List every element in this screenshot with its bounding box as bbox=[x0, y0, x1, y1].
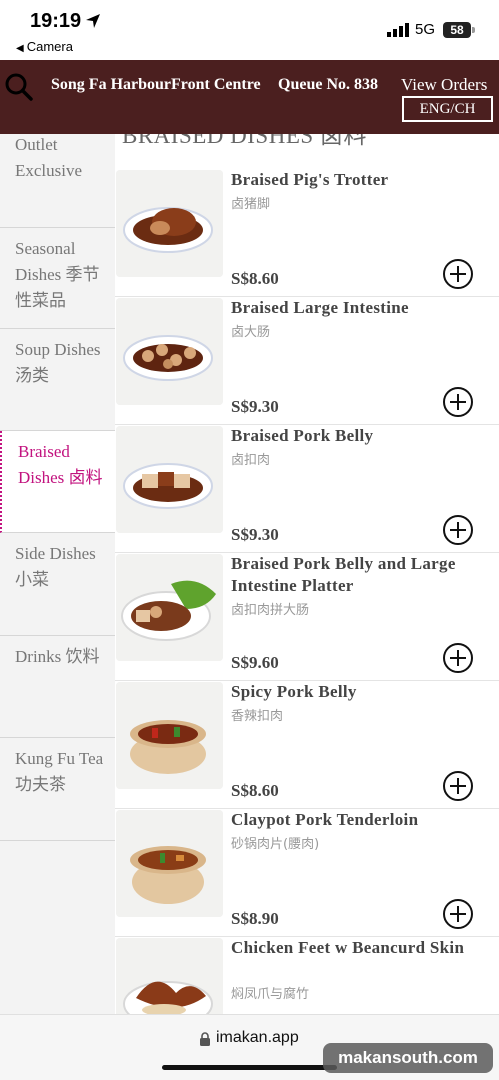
item-name-cn: 香辣扣肉 bbox=[231, 709, 284, 724]
category-seasonal-dishes[interactable]: Seasonal Dishes 季节性菜品 bbox=[0, 228, 115, 329]
category-side-dishes[interactable]: Side Dishes 小菜 bbox=[0, 533, 115, 636]
item-name: Chicken Feet w Beancurd Skin bbox=[231, 938, 465, 957]
item-price: S$8.90 bbox=[231, 909, 279, 928]
view-orders-link[interactable]: View Orders bbox=[401, 75, 487, 95]
dish-photo-spicy-pork-belly bbox=[116, 682, 223, 789]
home-indicator[interactable] bbox=[162, 1065, 337, 1070]
dish-photo-braised-pork-belly bbox=[116, 426, 223, 533]
dish-photo-chicken-feet bbox=[116, 938, 223, 1014]
item-price: S$9.60 bbox=[231, 653, 279, 672]
item-name-cn: 卤猪脚 bbox=[231, 197, 271, 212]
category-label: Side Dishes 小菜 bbox=[15, 544, 96, 589]
category-kung-fu-tea[interactable]: Kung Fu Tea 功夫茶 bbox=[0, 738, 115, 841]
dish-photo-braised-trotter bbox=[116, 170, 223, 277]
category-label: Braised Dishes 卤料 bbox=[18, 442, 103, 487]
watermark: makansouth.com bbox=[323, 1043, 493, 1073]
item-name: Spicy Pork Belly bbox=[231, 682, 357, 701]
dish-photo-platter bbox=[116, 554, 223, 661]
location-arrow-icon bbox=[86, 14, 100, 28]
url-text[interactable]: imakan.app bbox=[216, 1029, 299, 1047]
item-price: S$8.60 bbox=[231, 269, 279, 288]
back-triangle-icon: ◀ bbox=[16, 43, 24, 54]
menu-item[interactable]: Spicy Pork Belly 香辣扣肉 S$8.60 bbox=[115, 681, 499, 809]
category-braised-dishes[interactable]: Braised Dishes 卤料 bbox=[0, 431, 115, 533]
category-soup-dishes[interactable]: Soup Dishes 汤类 bbox=[0, 329, 115, 431]
search-icon[interactable] bbox=[4, 72, 34, 102]
menu-item[interactable]: Braised Pork Belly 卤扣肉 S$9.30 bbox=[115, 425, 499, 553]
category-label: Soup Dishes 汤类 bbox=[15, 340, 101, 385]
item-name: Claypot Pork Tenderloin bbox=[231, 810, 419, 829]
item-name: Braised Pork Belly bbox=[231, 426, 374, 445]
dish-photo-braised-intestine bbox=[116, 298, 223, 405]
item-price: S$9.30 bbox=[231, 397, 279, 416]
battery-level: 58 bbox=[450, 23, 464, 37]
back-to-app-link[interactable]: ◀ Camera bbox=[16, 39, 73, 54]
item-name-cn: 卤大肠 bbox=[231, 325, 271, 340]
menu-item[interactable]: Braised Pork Belly and Large Intestine P… bbox=[115, 553, 499, 681]
back-app-label: Camera bbox=[26, 39, 73, 54]
category-label: Drinks 饮料 bbox=[15, 647, 100, 666]
battery-icon: 58 bbox=[443, 22, 475, 38]
status-time: 19:19 bbox=[30, 10, 82, 32]
dish-photo-claypot-tenderloin bbox=[116, 810, 223, 917]
menu-item[interactable]: Braised Large Intestine 卤大肠 S$9.30 bbox=[115, 297, 499, 425]
add-to-cart-icon[interactable] bbox=[442, 514, 474, 546]
item-name-cn: 砂锅肉片(腰肉) bbox=[231, 837, 320, 852]
menu-item[interactable]: Braised Pig's Trotter 卤猪脚 S$8.60 bbox=[115, 169, 499, 297]
item-name: Braised Large Intestine bbox=[231, 298, 409, 317]
item-price: S$8.60 bbox=[231, 781, 279, 800]
category-outlet-exclusive[interactable]: Outlet Exclusive bbox=[0, 134, 115, 228]
menu-item-list[interactable]: BRAISED DISHES 卤料 Braised Pig's Trotter … bbox=[115, 134, 499, 1014]
queue-number: Queue No. 838 bbox=[278, 76, 378, 93]
add-to-cart-icon[interactable] bbox=[442, 258, 474, 290]
add-to-cart-icon[interactable] bbox=[442, 642, 474, 674]
lock-icon bbox=[200, 1032, 210, 1046]
add-to-cart-icon[interactable] bbox=[442, 770, 474, 802]
category-label: Kung Fu Tea 功夫茶 bbox=[15, 749, 104, 794]
item-name-cn: 卤扣肉 bbox=[231, 453, 271, 468]
item-price: S$9.30 bbox=[231, 525, 279, 544]
item-name-cn: 卤扣肉拼大肠 bbox=[231, 603, 310, 618]
category-sidebar: Outlet Exclusive Seasonal Dishes 季节性菜品 S… bbox=[0, 134, 115, 1014]
category-label: Seasonal Dishes 季节性菜品 bbox=[15, 239, 100, 310]
menu-item[interactable]: Claypot Pork Tenderloin 砂锅肉片(腰肉) S$8.90 bbox=[115, 809, 499, 937]
app-header: Song Fa HarbourFront Centre Queue No. 83… bbox=[0, 60, 499, 134]
category-label: Outlet Exclusive bbox=[15, 135, 83, 180]
menu-item[interactable]: Chicken Feet w Beancurd Skin 焖凤爪与腐竹 bbox=[115, 937, 499, 1014]
store-name: Song Fa HarbourFront Centre bbox=[51, 76, 261, 93]
language-toggle-button[interactable]: ENG/CH bbox=[402, 96, 493, 122]
item-name-cn: 焖凤爪与腐竹 bbox=[231, 987, 310, 1002]
network-type: 5G bbox=[415, 21, 436, 38]
cellular-signal-icon bbox=[387, 23, 409, 37]
add-to-cart-icon[interactable] bbox=[442, 386, 474, 418]
section-heading: BRAISED DISHES 卤料 bbox=[122, 134, 367, 148]
add-to-cart-icon[interactable] bbox=[442, 898, 474, 930]
status-bar: 19:19 ◀ Camera 5G 58 bbox=[0, 0, 499, 60]
category-drinks[interactable]: Drinks 饮料 bbox=[0, 636, 115, 738]
item-name: Braised Pig's Trotter bbox=[231, 170, 389, 189]
item-name: Braised Pork Belly and Large Intestine P… bbox=[231, 554, 456, 595]
